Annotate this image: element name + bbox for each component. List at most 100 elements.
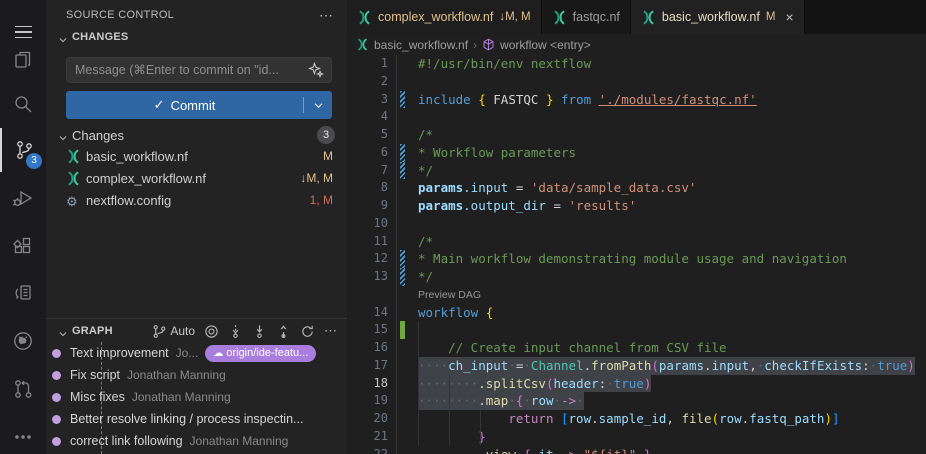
code-line: 18········.splitCsv(header:·true) [347, 375, 926, 393]
commit-button[interactable]: ✓ Commit [66, 91, 332, 119]
breadcrumb-file[interactable]: basic_workflow.nf [374, 38, 468, 52]
gutter [388, 144, 418, 162]
line-number: 3 [347, 91, 388, 109]
push-icon[interactable] [276, 324, 291, 339]
code-text: * Main workflow demonstrating module usa… [418, 250, 847, 268]
git-modified-gutter [400, 144, 405, 162]
changed-file-row[interactable]: complex_workflow.nf↓M, M [46, 167, 347, 189]
commit-row[interactable]: Better resolve linking / process inspect… [46, 408, 347, 430]
line-number: 22 [347, 446, 388, 454]
code-text: /* [418, 233, 433, 251]
commit-row[interactable]: Text improvementJo...☁origin/ide-featu..… [46, 342, 347, 364]
changes-section-label: CHANGES [72, 31, 128, 43]
fetch-icon[interactable] [228, 324, 243, 339]
code-line: 4 [347, 108, 926, 126]
line-number: 9 [347, 197, 388, 215]
line-number: 1 [347, 55, 388, 73]
code-line: 21 } [347, 428, 926, 446]
nextflow-file-icon [356, 38, 369, 51]
commit-row[interactable]: Fix scriptJonathan Manning [46, 364, 347, 386]
gutter [388, 446, 418, 454]
commit-row[interactable]: correct link followingJonathan Manning [46, 430, 347, 452]
run-debug-icon[interactable] [0, 176, 46, 220]
changes-section-header[interactable]: CHANGES [58, 31, 128, 43]
git-status-decoration: ↓M, M [300, 171, 333, 185]
changed-file-row[interactable]: ⚙nextflow.config1, M [46, 189, 347, 211]
file-name: nextflow.config [86, 193, 171, 208]
references-icon[interactable] [0, 271, 46, 315]
nextflow-file-icon [552, 10, 567, 25]
line-number: 5 [347, 126, 388, 144]
breadcrumb-symbol[interactable]: workflow <entry> [500, 38, 591, 52]
code-text: params.output_dir = 'results' [418, 197, 636, 215]
code-line: 19········.map·{·row·->· [347, 392, 926, 410]
nextflow-icon [66, 149, 81, 164]
gutter [388, 91, 418, 109]
search-icon[interactable] [0, 82, 46, 126]
code-line: 5/* [347, 126, 926, 144]
gutter [388, 375, 418, 393]
pull-icon[interactable] [252, 324, 267, 339]
symbol-module-icon [482, 38, 495, 51]
sidebar-header: SOURCE CONTROL ⋯ [66, 6, 333, 24]
commit-dropdown-button[interactable] [304, 91, 332, 119]
line-number: 18 [347, 375, 388, 393]
commit-message-input[interactable] [66, 57, 332, 83]
code-line: 16 // Create input channel from CSV file [347, 339, 926, 357]
code-line: 11/* [347, 233, 926, 251]
git-status-decoration: ↓M, M [499, 11, 530, 23]
code-line: 22 .view·{ it -> "${it}" } [347, 446, 926, 454]
indent-guide [418, 321, 419, 446]
extensions-icon[interactable] [0, 224, 46, 268]
tab-basic_workflow.nf[interactable]: basic_workflow.nfM× [631, 0, 805, 34]
commit-dot-icon [52, 437, 61, 446]
sparkle-ai-icon[interactable] [308, 62, 324, 78]
source-control-icon[interactable]: 3 [0, 128, 46, 172]
gutter [388, 179, 418, 197]
github-icon[interactable] [0, 319, 46, 363]
pull-request-icon[interactable] [0, 367, 46, 411]
git-modified-gutter [400, 162, 405, 180]
line-number: 4 [347, 108, 388, 126]
commit-row[interactable]: Misc fixesJonathan Manning [46, 386, 347, 408]
cloud-icon: ☁ [213, 348, 223, 359]
code-text: params.input = 'data/sample_data.csv' [418, 179, 696, 197]
git-modified-gutter [400, 250, 405, 268]
code-line: 14workflow { [347, 304, 926, 322]
commit-dot-icon [52, 393, 61, 402]
close-icon[interactable]: × [785, 9, 793, 25]
code-line: 12* Main workflow demonstrating module u… [347, 250, 926, 268]
branch-ref-badge[interactable]: ☁origin/ide-featu... [205, 345, 316, 362]
graph-auto-toggle[interactable]: Auto [152, 324, 195, 339]
code-editor[interactable]: 1#!/usr/bin/env nextflow23include { FAST… [347, 55, 926, 454]
more-icon[interactable] [0, 415, 46, 454]
gutter [388, 428, 418, 446]
git-status-decoration: 1, M [310, 193, 333, 207]
line-number: 20 [347, 410, 388, 428]
changed-file-row[interactable]: basic_workflow.nfM [46, 145, 347, 167]
code-line: 9 params.output_dir = 'results' [347, 197, 926, 215]
sidebar-more-actions-icon[interactable]: ⋯ [319, 7, 333, 24]
gutter [388, 55, 418, 73]
git-modified-gutter [400, 91, 405, 109]
more-icon[interactable]: ⋯ [324, 323, 337, 339]
tab-fastqc.nf[interactable]: fastqc.nf [542, 0, 631, 34]
code-line: 6* Workflow parameters [347, 144, 926, 162]
nextflow-file-icon [641, 10, 656, 25]
vscode-window: 3 SOURCE CONTROL ⋯ CHANGES ✓ Commit C [0, 0, 926, 454]
changes-tree-item[interactable]: Changes 3 [58, 125, 335, 145]
tab-complex_workflow.nf[interactable]: complex_workflow.nf↓M, M [347, 0, 542, 34]
refresh-icon[interactable] [300, 324, 315, 339]
code-text: #!/usr/bin/env nextflow [418, 55, 591, 73]
line-number: 21 [347, 428, 388, 446]
files-icon[interactable] [0, 38, 46, 82]
code-line: 8params.input = 'data/sample_data.csv' [347, 179, 926, 197]
gutter [388, 392, 418, 410]
graph-section-header[interactable]: GRAPH Auto ⋯ [58, 322, 337, 340]
code-line: 7*/ [347, 162, 926, 180]
codelens-preview-dag[interactable]: Preview DAG [347, 286, 926, 304]
line-number: 14 [347, 304, 388, 322]
commit-button-main[interactable]: ✓ Commit [66, 91, 303, 119]
target-icon[interactable] [204, 324, 219, 339]
activity-bar: 3 [0, 0, 46, 454]
